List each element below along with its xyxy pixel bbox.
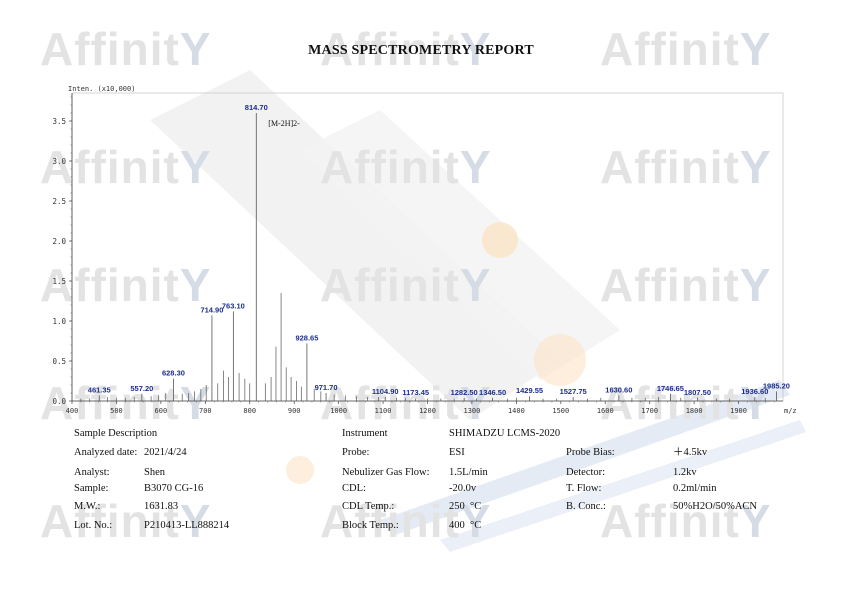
cdl-temp-value: 250 °C <box>449 501 482 512</box>
x-tick-label: 600 <box>155 407 168 415</box>
x-tick-label: 1900 <box>730 407 747 415</box>
probe-value: ESI <box>449 447 465 458</box>
block-temp-value: 400 °C <box>449 520 482 531</box>
sample-description-heading: Sample Description <box>74 428 158 439</box>
mw-label: M.W.: <box>74 501 101 512</box>
peak-label: 1104.90 <box>372 387 399 396</box>
x-tick-label: 1400 <box>508 407 525 415</box>
peak-annotation: [M-2H]2- <box>268 119 300 128</box>
x-tick-label: 1800 <box>686 407 703 415</box>
analyzed-date-value: 2021/4/24 <box>144 447 187 458</box>
sample-label: Sample: <box>74 483 109 494</box>
cdl-label: CDL: <box>342 483 366 494</box>
y-tick-label: 0.0 <box>52 397 66 406</box>
block-temp-label: Block Temp.: <box>342 520 399 531</box>
y-tick-label: 1.5 <box>52 277 66 286</box>
x-tick-label: 1600 <box>597 407 614 415</box>
x-tick-label: 1200 <box>419 407 436 415</box>
peak-label: 1527.75 <box>560 387 587 396</box>
peak-label: 1282.50 <box>451 388 478 397</box>
peak-label: 1429.55 <box>516 386 543 395</box>
b-conc-value: 50%H2O/50%ACN <box>673 501 757 512</box>
peak-label: 714.90 <box>200 305 223 314</box>
x-tick-label: 1000 <box>330 407 347 415</box>
peak-label: 1985.20 <box>763 381 790 390</box>
probe-bias-value: ＋4.5kv <box>673 447 708 458</box>
peak-label: 928.65 <box>295 333 318 342</box>
y-tick-label: 3.0 <box>52 157 66 166</box>
y-tick-label: 1.0 <box>52 317 66 326</box>
lot-value: P210413-LL888214 <box>144 520 230 531</box>
peak-label: 1346.50 <box>479 388 506 397</box>
lot-label: Lot. No.: <box>74 520 113 531</box>
peak-label: 1173.45 <box>402 388 429 397</box>
cdl-temp-unit: °C <box>470 501 482 512</box>
analyzed-date-label: Analyzed date: <box>74 447 138 458</box>
cdl-value: -20.0v <box>449 483 477 494</box>
y-axis-title: Inten. (x10,000) <box>68 85 135 93</box>
x-tick-label: 500 <box>110 407 123 415</box>
b-conc-label: B. Conc.: <box>566 501 606 512</box>
plot-frame <box>71 92 784 402</box>
peak-label: 557.20 <box>130 384 153 393</box>
x-tick-label: 700 <box>199 407 212 415</box>
x-axis-title: m/z <box>784 407 797 415</box>
peak-label: 628.30 <box>162 369 185 378</box>
cdl-temp-label: CDL Temp.: <box>342 501 395 512</box>
x-tick-label: 400 <box>66 407 79 415</box>
peak-label: 461.35 <box>88 385 111 394</box>
analyst-value: Shen <box>144 467 165 478</box>
peak-label: 763.10 <box>222 301 245 310</box>
x-tick-label: 1500 <box>552 407 569 415</box>
peak-label: 1630.60 <box>605 385 632 394</box>
x-tick-label: 900 <box>288 407 301 415</box>
mass-spectrum-chart: 0.0 0.5 1.0 1.5 2.0 2.5 3.0 3.5 400 500 600 700 800 9… <box>52 85 797 415</box>
peak-label: 1746.65 <box>657 384 684 393</box>
detector-value: 1.2kv <box>673 467 697 478</box>
probe-label: Probe: <box>342 447 370 458</box>
x-tick-label: 1300 <box>464 407 481 415</box>
instrument-label: Instrument <box>342 428 388 439</box>
nebulizer-label: Nebulizer Gas Flow: <box>342 467 430 478</box>
mw-value: 1631.83 <box>144 501 179 512</box>
instrument-value: SHIMADZU LCMS-2020 <box>449 428 561 439</box>
y-tick-label: 0.5 <box>52 357 66 366</box>
t-flow-label: T. Flow: <box>566 483 602 494</box>
x-tick-label: 800 <box>243 407 256 415</box>
block-temp-unit: °C <box>470 520 482 531</box>
t-flow-value: 0.2ml/min <box>673 483 717 494</box>
sample-value: B3070 CG-16 <box>144 483 204 494</box>
y-tick-label: 3.5 <box>52 117 66 126</box>
peak-label: 971.70 <box>315 383 338 392</box>
probe-bias-label: Probe Bias: <box>566 447 615 458</box>
peak-label: 1807.50 <box>684 388 711 397</box>
x-tick-label: 1100 <box>375 407 392 415</box>
peak-label: 814.70 <box>245 103 268 112</box>
analyst-label: Analyst: <box>74 467 110 478</box>
nebulizer-value: 1.5L/min <box>449 467 488 478</box>
y-tick-label: 2.5 <box>52 197 66 206</box>
y-tick-label: 2.0 <box>52 237 66 246</box>
detector-label: Detector: <box>566 467 606 478</box>
x-tick-label: 1700 <box>641 407 658 415</box>
